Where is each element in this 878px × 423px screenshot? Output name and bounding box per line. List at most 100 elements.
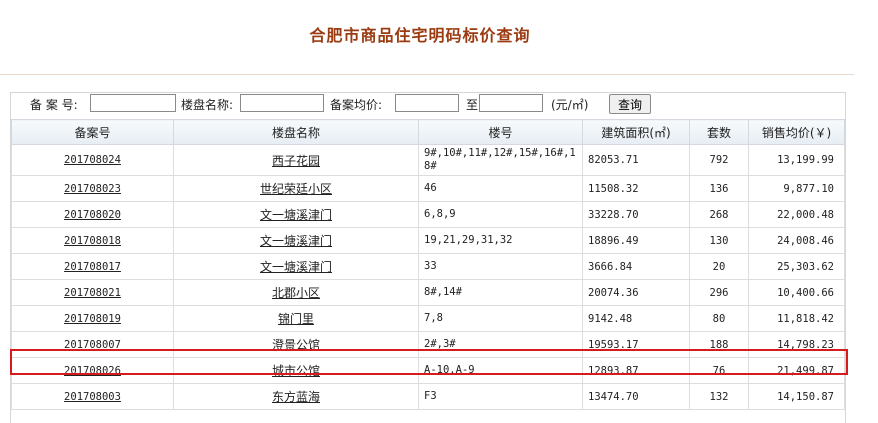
building-no-text: F3 <box>424 390 437 402</box>
record-no-link[interactable]: 201708024 <box>64 154 121 166</box>
table-header-row: 备案号 楼盘名称 楼号 建筑面积(㎡) 套数 销售均价(￥) <box>11 119 845 145</box>
building-no-cell: 6,8,9 <box>418 201 583 228</box>
record-no-link[interactable]: 201708018 <box>64 235 121 247</box>
building-no-text: A-10,A-9 <box>424 364 475 376</box>
unit-count-cell: 792 <box>689 144 749 176</box>
project-name-link[interactable]: 世纪荣廷小区 <box>260 182 332 196</box>
record-no-link[interactable]: 201708003 <box>64 391 121 403</box>
record-no-cell: 201708021 <box>11 279 174 306</box>
to-label: 至 <box>466 98 479 112</box>
project-name-link[interactable]: 东方蓝海 <box>272 390 320 404</box>
table-row: 201708026 城市公馆 A-10,A-9 12893.87 76 21,499.87 <box>11 357 845 384</box>
project-name-link[interactable]: 文一塘溪津门 <box>260 260 332 274</box>
unit-count-cell: 130 <box>689 227 749 254</box>
avg-price-label: 备案均价: <box>330 98 383 112</box>
floor-area-cell: 18896.49 <box>582 227 690 254</box>
unit-count-cell: 296 <box>689 279 749 306</box>
table-row: 201708024 西子花园 9#,10#,11#,12#,15#,16#,18# 8… <box>11 144 845 176</box>
unit-count-cell: 80 <box>689 305 749 332</box>
building-no-cell: 8#,14# <box>418 279 583 306</box>
unit-count-cell: 188 <box>689 331 749 358</box>
record-no-cell: 201708003 <box>11 383 174 410</box>
results-table: 备案号 楼盘名称 楼号 建筑面积(㎡) 套数 销售均价(￥) 201708024 西子花园 9… <box>11 119 845 410</box>
unit-label: (元/㎡) <box>551 98 589 112</box>
unit-count-cell: 132 <box>689 383 749 410</box>
building-no-cell: 33 <box>418 253 583 280</box>
table-row: 201708018 文一塘溪津门 19,21,29,31,32 18896.49 130… <box>11 227 845 254</box>
project-name-cell: 世纪荣廷小区 <box>173 175 419 202</box>
column-header: 套数 <box>689 119 749 145</box>
avg-price-cell: 13,199.99 <box>748 144 845 176</box>
record-no-cell: 201708017 <box>11 253 174 280</box>
building-no-cell: 46 <box>418 175 583 202</box>
record-no-cell: 201708023 <box>11 175 174 202</box>
unit-count-cell: 136 <box>689 175 749 202</box>
building-no-text: 7,8 <box>424 312 443 324</box>
table-row: 201708023 世纪荣廷小区 46 11508.32 136 9,877.10 <box>11 175 845 202</box>
building-no-text: 9#,10#,11#,12#,15#,16#,18# <box>424 147 576 172</box>
project-name-link[interactable]: 北郡小区 <box>272 286 320 300</box>
floor-area-cell: 12893.87 <box>582 357 690 384</box>
unit-count-cell: 20 <box>689 253 749 280</box>
record-no-link[interactable]: 201708026 <box>64 365 121 377</box>
building-no-text: 2#,3# <box>424 338 456 350</box>
title-divider <box>0 74 854 75</box>
column-header: 备案号 <box>11 119 174 145</box>
column-header: 楼盘名称 <box>173 119 419 145</box>
floor-area-cell: 20074.36 <box>582 279 690 306</box>
column-header: 建筑面积(㎡) <box>582 119 690 145</box>
unit-count-cell: 268 <box>689 201 749 228</box>
record-no-link[interactable]: 201708017 <box>64 261 121 273</box>
column-header: 销售均价(￥) <box>748 119 845 145</box>
project-name-cell: 文一塘溪津门 <box>173 201 419 228</box>
floor-area-cell: 19593.17 <box>582 331 690 358</box>
floor-area-cell: 11508.32 <box>582 175 690 202</box>
avg-price-cell: 25,303.62 <box>748 253 845 280</box>
floor-area-cell: 13474.70 <box>582 383 690 410</box>
project-name-cell: 北郡小区 <box>173 279 419 306</box>
project-name-cell: 澄景公馆 <box>173 331 419 358</box>
avg-price-min-input[interactable] <box>395 94 459 112</box>
table-row: 201708003 东方蓝海 F3 13474.70 132 14,150.87 <box>11 383 845 410</box>
table-row: 201708021 北郡小区 8#,14# 20074.36 296 10,400.66 <box>11 279 845 306</box>
project-name-link[interactable]: 西子花园 <box>272 154 320 168</box>
building-no-cell: 7,8 <box>418 305 583 332</box>
project-name-link[interactable]: 文一塘溪津门 <box>260 208 332 222</box>
avg-price-cell: 24,008.46 <box>748 227 845 254</box>
record-no-cell: 201708019 <box>11 305 174 332</box>
building-no-cell: A-10,A-9 <box>418 357 583 384</box>
project-name-cell: 文一塘溪津门 <box>173 227 419 254</box>
building-no-cell: 19,21,29,31,32 <box>418 227 583 254</box>
building-no-cell: F3 <box>418 383 583 410</box>
column-header: 楼号 <box>418 119 583 145</box>
record-no-label: 备 案 号: <box>30 98 78 112</box>
floor-area-cell: 33228.70 <box>582 201 690 228</box>
project-name-cell: 西子花园 <box>173 144 419 176</box>
project-name-link[interactable]: 澄景公馆 <box>272 338 320 352</box>
table-row: 201708020 文一塘溪津门 6,8,9 33228.70 268 22,000.48 <box>11 201 845 228</box>
table-row: 201708017 文一塘溪津门 33 3666.84 20 25,303.62 <box>11 253 845 280</box>
table-row: 201708007 澄景公馆 2#,3# 19593.17 188 14,798.23 <box>11 331 845 358</box>
project-name-cell: 城市公馆 <box>173 357 419 384</box>
record-no-cell: 201708024 <box>11 144 174 176</box>
floor-area-cell: 9142.48 <box>582 305 690 332</box>
record-no-cell: 201708020 <box>11 201 174 228</box>
record-no-cell: 201708026 <box>11 357 174 384</box>
floor-area-cell: 3666.84 <box>582 253 690 280</box>
record-no-input[interactable] <box>90 94 176 112</box>
record-no-link[interactable]: 201708020 <box>64 209 121 221</box>
project-name-link[interactable]: 城市公馆 <box>272 364 320 378</box>
avg-price-max-input[interactable] <box>479 94 543 112</box>
project-name-input[interactable] <box>240 94 324 112</box>
record-no-link[interactable]: 201708021 <box>64 287 121 299</box>
record-no-link[interactable]: 201708007 <box>64 339 121 351</box>
avg-price-cell: 10,400.66 <box>748 279 845 306</box>
project-name-link[interactable]: 锦门里 <box>278 312 314 326</box>
query-button[interactable]: 查询 <box>609 94 651 114</box>
record-no-link[interactable]: 201708023 <box>64 183 121 195</box>
record-no-link[interactable]: 201708019 <box>64 313 121 325</box>
project-name-link[interactable]: 文一塘溪津门 <box>260 234 332 248</box>
project-name-label: 楼盘名称: <box>181 98 234 112</box>
building-no-text: 46 <box>424 182 437 194</box>
avg-price-cell: 14,150.87 <box>748 383 845 410</box>
